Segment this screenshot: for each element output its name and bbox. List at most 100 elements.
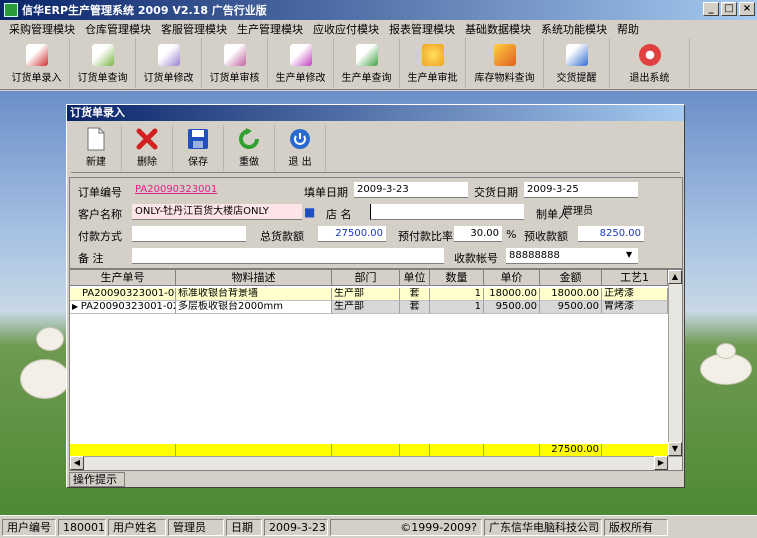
order-edit-icon xyxy=(157,44,180,66)
delivery-reminder-icon xyxy=(565,44,588,66)
scroll-up-icon[interactable]: ▲ xyxy=(668,270,682,284)
order-edit-button[interactable]: 订货单修改 xyxy=(136,38,202,88)
col-header-process[interactable]: 工艺1 xyxy=(602,270,668,286)
menu-base-data[interactable]: 基础数据模块 xyxy=(460,21,536,37)
production-query-button[interactable]: 生产单查询 xyxy=(334,38,400,88)
menu-customer-service[interactable]: 客服管理模块 xyxy=(156,21,232,37)
minimize-button[interactable]: _ xyxy=(703,2,719,16)
table-row-selected[interactable]: ▶ PA20090323001-02 多层板收银台2000mm 生产部 套 1 … xyxy=(70,301,668,314)
total-field[interactable]: 27500.00 xyxy=(318,226,386,242)
delete-button[interactable]: 删除 xyxy=(122,125,173,171)
remark-field[interactable] xyxy=(132,248,444,264)
col-header-amount[interactable]: 金额 xyxy=(540,270,602,286)
store-field[interactable] xyxy=(370,204,524,220)
total-amount: 27500.00 xyxy=(540,444,602,456)
inventory-query-button[interactable]: 库存物料查询 xyxy=(466,38,544,88)
prepay-field[interactable]: 8250.00 xyxy=(578,226,644,242)
new-button[interactable]: 新建 xyxy=(71,125,122,171)
order-audit-button[interactable]: 订货单审核 xyxy=(202,38,268,88)
redo-label: 重做 xyxy=(239,157,259,168)
account-select[interactable]: 88888888 xyxy=(506,248,638,264)
exit-system-label: 退出系统 xyxy=(629,73,670,84)
remark-label: 备 注 xyxy=(78,252,104,265)
save-button[interactable]: 保存 xyxy=(173,125,224,171)
cell-unit[interactable]: 套 xyxy=(400,301,430,314)
delivery-reminder-button[interactable]: 交货提醒 xyxy=(544,38,610,88)
total-spacer xyxy=(430,444,484,456)
order-no-field[interactable]: PA20090323001 xyxy=(132,182,292,198)
cell-process[interactable]: 正烤漆 xyxy=(602,288,668,301)
order-audit-label: 订货单审核 xyxy=(209,73,260,84)
order-entry-icon xyxy=(25,44,48,66)
menu-help[interactable]: 帮助 xyxy=(612,21,644,37)
cell-production-no[interactable]: PA20090323001-01 xyxy=(70,288,176,301)
exit-label: 退 出 xyxy=(288,157,312,168)
order-no-label: 订单编号 xyxy=(78,186,122,199)
close-button[interactable]: × xyxy=(739,2,755,16)
chevron-down-icon[interactable]: ▼ xyxy=(626,250,632,259)
cell-amount[interactable]: 18000.00 xyxy=(540,288,602,301)
cell-amount[interactable]: 9500.00 xyxy=(540,301,602,314)
cell-material[interactable]: 标准收银台背景墙 xyxy=(176,288,332,301)
delivery-date-field[interactable]: 2009-3-25 xyxy=(524,182,638,198)
col-header-unit[interactable]: 单位 xyxy=(400,270,430,286)
customer-field[interactable]: ONLY-牡丹江百货大楼店ONLY xyxy=(132,204,302,220)
order-entry-button[interactable]: 订货单录入 xyxy=(4,38,70,88)
delete-x-icon xyxy=(135,127,159,151)
production-edit-label: 生产单修改 xyxy=(275,73,326,84)
production-approve-button[interactable]: 生产单审批 xyxy=(400,38,466,88)
col-header-quantity[interactable]: 数量 xyxy=(430,270,484,286)
menu-reports[interactable]: 报表管理模块 xyxy=(384,21,460,37)
sheep-image xyxy=(20,359,70,399)
maximize-button[interactable]: □ xyxy=(721,2,737,16)
menu-system[interactable]: 系统功能模块 xyxy=(536,21,612,37)
cell-quantity[interactable]: 1 xyxy=(430,301,484,314)
scroll-right-icon[interactable]: ▶ xyxy=(654,456,668,470)
total-spacer xyxy=(400,444,430,456)
customer-lookup-icon[interactable]: ■ xyxy=(304,205,315,219)
production-edit-icon xyxy=(289,44,312,66)
status-user-id-label: 用户编号 xyxy=(2,518,56,536)
scroll-left-icon[interactable]: ◀ xyxy=(70,456,84,470)
row-pointer-icon: ▶ xyxy=(72,302,81,311)
exit-icon xyxy=(638,44,661,66)
payment-field[interactable] xyxy=(132,226,246,242)
redo-icon xyxy=(237,127,261,151)
ratio-unit: % xyxy=(506,228,517,241)
status-user-id: 180001 xyxy=(58,518,106,536)
col-header-production-no[interactable]: 生产单号 xyxy=(70,270,176,286)
cell-production-no[interactable]: ▶ PA20090323001-02 xyxy=(70,301,176,314)
cell-unit[interactable]: 套 xyxy=(400,288,430,301)
menu-production[interactable]: 生产管理模块 xyxy=(232,21,308,37)
status-bar: 用户编号 180001 用户姓名 管理员 日期 2009-3-23 ©1999-… xyxy=(0,515,757,538)
scroll-down-icon[interactable]: ▼ xyxy=(668,442,682,456)
cell-department[interactable]: 生产部 xyxy=(332,301,400,314)
production-edit-button[interactable]: 生产单修改 xyxy=(268,38,334,88)
ratio-field[interactable]: 30.00 xyxy=(454,226,502,242)
order-query-button[interactable]: 订货单查询 xyxy=(70,38,136,88)
exit-system-button[interactable]: 退出系统 xyxy=(610,38,690,88)
cell-price[interactable]: 9500.00 xyxy=(484,301,540,314)
fill-date-field[interactable]: 2009-3-23 xyxy=(354,182,468,198)
cell-department[interactable]: 生产部 xyxy=(332,288,400,301)
cell-material[interactable]: 多层板收银台2000mm xyxy=(176,301,332,314)
main-toolbar: 订货单录入 订货单查询 订货单修改 订货单审核 生产单修改 生产单查询 生产单审… xyxy=(0,38,757,90)
cell-process[interactable]: 胃烤漆 xyxy=(602,301,668,314)
col-header-material[interactable]: 物料描述 xyxy=(176,270,332,286)
menu-receivable-payable[interactable]: 应收应付模块 xyxy=(308,21,384,37)
table-row[interactable]: PA20090323001-01 标准收银台背景墙 生产部 套 1 18000.… xyxy=(70,288,668,301)
inventory-query-icon xyxy=(493,44,516,66)
col-header-department[interactable]: 部门 xyxy=(332,270,400,286)
app-titlebar: 信华ERP生产管理系统 2009 V2.18 广告行业版 _ □ × xyxy=(0,0,757,20)
cell-price[interactable]: 18000.00 xyxy=(484,288,540,301)
order-entry-window: 订货单录入 新建 删除 保存 重做 退 出 订单编号 PA20090323001… xyxy=(66,104,685,488)
exit-button[interactable]: 退 出 xyxy=(275,125,326,171)
cell-quantity[interactable]: 1 xyxy=(430,288,484,301)
vertical-scrollbar[interactable]: ▲ ▼ xyxy=(668,270,682,456)
menu-purchase[interactable]: 采购管理模块 xyxy=(4,21,80,37)
menu-warehouse[interactable]: 仓库管理模块 xyxy=(80,21,156,37)
window-controls: _ □ × xyxy=(703,2,755,16)
redo-button[interactable]: 重做 xyxy=(224,125,275,171)
col-header-price[interactable]: 单价 xyxy=(484,270,540,286)
horizontal-scrollbar[interactable]: ◀ ▶ xyxy=(70,456,682,470)
